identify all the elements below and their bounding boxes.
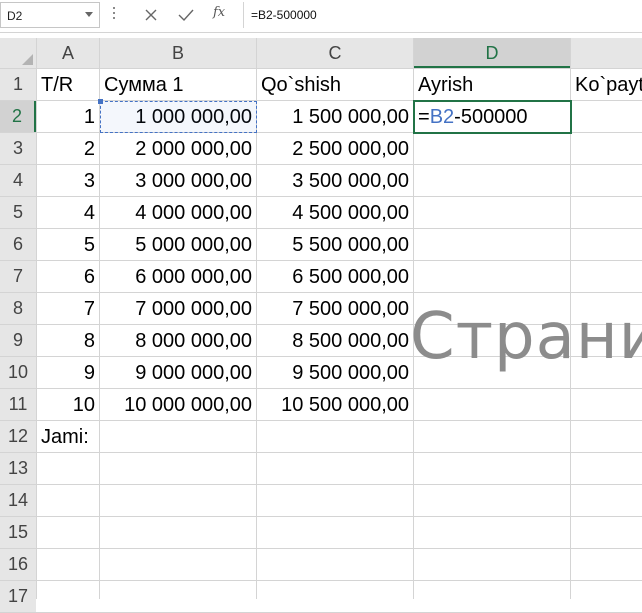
- column-header-c[interactable]: C: [257, 38, 413, 68]
- column-header-a[interactable]: A: [37, 38, 99, 68]
- cell-qoshish[interactable]: 1 500 000,00: [257, 101, 413, 133]
- page-break-watermark: Страни: [410, 300, 642, 374]
- name-box[interactable]: D2: [0, 2, 100, 28]
- cancel-button[interactable]: [138, 4, 164, 26]
- row-header[interactable]: 6: [0, 229, 36, 260]
- row-header[interactable]: 2: [0, 101, 36, 132]
- cell-qoshish[interactable]: 10 500 000,00: [257, 389, 413, 421]
- cell-tr[interactable]: 4: [37, 197, 99, 229]
- cell-c1[interactable]: Qo`shish: [257, 69, 413, 101]
- column-header-b[interactable]: B: [100, 38, 256, 68]
- gridline: [0, 484, 642, 485]
- drag-handle-icon[interactable]: [113, 7, 116, 23]
- formula-input[interactable]: =B2-500000: [251, 8, 317, 22]
- cell-qoshish[interactable]: 2 500 000,00: [257, 133, 413, 165]
- row-header[interactable]: 12: [0, 421, 36, 452]
- cell-summa[interactable]: 5 000 000,00: [100, 229, 256, 261]
- cell-qoshish[interactable]: 3 500 000,00: [257, 165, 413, 197]
- check-icon: [178, 9, 194, 22]
- gridline: [0, 548, 642, 549]
- insert-function-button[interactable]: fx: [213, 5, 225, 20]
- column-header-d[interactable]: D: [414, 38, 570, 68]
- row-header[interactable]: 10: [0, 357, 36, 388]
- select-all-icon: [22, 54, 33, 65]
- cell-tr[interactable]: 2: [37, 133, 99, 165]
- cell-summa[interactable]: 9 000 000,00: [100, 357, 256, 389]
- cell-summa[interactable]: 6 000 000,00: [100, 261, 256, 293]
- row-header[interactable]: 15: [0, 517, 36, 548]
- cell-qoshish[interactable]: 5 500 000,00: [257, 229, 413, 261]
- row-header[interactable]: 4: [0, 165, 36, 196]
- active-cell-border: [413, 100, 572, 134]
- cell-qoshish[interactable]: 7 500 000,00: [257, 293, 413, 325]
- cell-summa[interactable]: 10 000 000,00: [100, 389, 256, 421]
- reference-highlight: [100, 101, 257, 133]
- cell-tr[interactable]: 10: [37, 389, 99, 421]
- row-header[interactable]: 17: [0, 581, 36, 612]
- gridline: [0, 580, 642, 581]
- row-header[interactable]: 3: [0, 133, 36, 164]
- cell-qoshish[interactable]: 9 500 000,00: [257, 357, 413, 389]
- cell-a1[interactable]: T/R: [37, 69, 99, 101]
- cell-summa[interactable]: 4 000 000,00: [100, 197, 256, 229]
- cell-qoshish[interactable]: 4 500 000,00: [257, 197, 413, 229]
- cell-b1[interactable]: Сумма 1: [100, 69, 256, 101]
- name-box-value: D2: [7, 9, 23, 23]
- row-header[interactable]: 13: [0, 453, 36, 484]
- cell-tr[interactable]: 8: [37, 325, 99, 357]
- column-header-e[interactable]: [571, 38, 642, 68]
- cell-tr[interactable]: 7: [37, 293, 99, 325]
- row-header[interactable]: 8: [0, 293, 36, 324]
- row-header[interactable]: 14: [0, 485, 36, 516]
- reference-handle[interactable]: [98, 99, 103, 104]
- cell-e1[interactable]: Ko`payt: [571, 69, 642, 101]
- cell-tr[interactable]: 6: [37, 261, 99, 293]
- divider: [243, 2, 244, 28]
- select-all-button[interactable]: [0, 38, 36, 68]
- cell-tr[interactable]: 3: [37, 165, 99, 197]
- cell-qoshish[interactable]: 6 500 000,00: [257, 261, 413, 293]
- row-header[interactable]: 1: [0, 69, 36, 100]
- row-header[interactable]: 5: [0, 197, 36, 228]
- row-header[interactable]: 11: [0, 389, 36, 420]
- cell-a12[interactable]: Jami:: [37, 421, 117, 453]
- enter-button[interactable]: [173, 4, 199, 26]
- cell-tr[interactable]: 1: [37, 101, 99, 133]
- gridline: [0, 516, 642, 517]
- cell-summa[interactable]: 8 000 000,00: [100, 325, 256, 357]
- row-header[interactable]: 7: [0, 261, 36, 292]
- cell-tr[interactable]: 9: [37, 357, 99, 389]
- cell-summa[interactable]: 7 000 000,00: [100, 293, 256, 325]
- close-icon: [145, 9, 157, 21]
- row-header[interactable]: 9: [0, 325, 36, 356]
- formula-bar: D2 fx =B2-500000: [0, 0, 642, 33]
- row-header[interactable]: 16: [0, 549, 36, 580]
- cell-summa[interactable]: 2 000 000,00: [100, 133, 256, 165]
- cell-tr[interactable]: 5: [37, 229, 99, 261]
- chevron-down-icon[interactable]: [85, 12, 93, 17]
- cell-summa[interactable]: 3 000 000,00: [100, 165, 256, 197]
- cell-d1[interactable]: Ayrish: [414, 69, 570, 101]
- cell-qoshish[interactable]: 8 500 000,00: [257, 325, 413, 357]
